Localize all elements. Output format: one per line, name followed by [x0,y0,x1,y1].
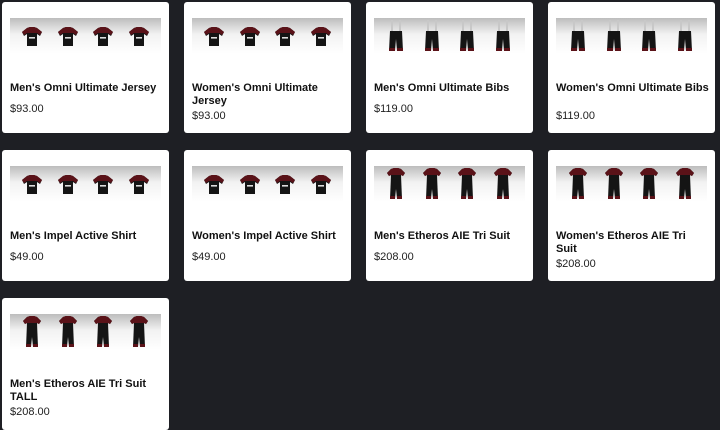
jersey-icon [275,27,296,46]
trisuit-icon [568,168,587,199]
product-image [10,314,161,350]
product-grid: Men's Omni Ultimate Jersey $93.00 Women'… [0,0,720,430]
product-price: $119.00 [556,110,595,122]
trisuit-icon [458,168,477,199]
jersey-icon [239,175,260,194]
product-card[interactable]: Women's Impel Active Shirt $49.00 [184,150,351,281]
product-name: Men's Etheros AIE Tri Suit [374,230,511,242]
jersey-icon [275,175,296,194]
product-name: Women's Omni Ultimate Bibs [556,82,709,94]
trisuit-icon [94,316,113,347]
trisuit-icon [676,168,695,199]
trisuit-icon [640,168,659,199]
jersey-icon [203,175,224,194]
jersey-icon [21,175,42,194]
trisuit-icon [604,168,623,199]
jersey-icon [129,27,150,46]
bibs-icon [424,20,439,51]
product-name: Women's Omni Ultimate Jersey [192,82,318,107]
trisuit-icon [386,168,405,199]
product-card[interactable]: Men's Omni Ultimate Bibs $119.00 [366,2,533,133]
trisuit-icon [494,168,513,199]
jersey-icon [93,175,114,194]
product-name: Women's Impel Active Shirt [192,230,336,242]
product-image [10,18,161,54]
product-name: Men's Omni Ultimate Jersey [10,82,157,94]
product-name: Men's Impel Active Shirt [10,230,137,242]
product-image [374,166,525,202]
jersey-icon [129,175,150,194]
product-name: Women's Etheros AIE Tri Suit [556,230,686,255]
product-price: $49.00 [10,251,44,263]
product-card[interactable]: Men's Etheros AIE Tri Suit $208.00 [366,150,533,281]
jersey-icon [311,27,332,46]
product-card[interactable]: Men's Impel Active Shirt $49.00 [2,150,169,281]
bibs-icon [642,20,657,51]
jersey-icon [21,27,42,46]
bibs-icon [570,20,585,51]
product-price: $208.00 [556,258,596,270]
trisuit-icon [58,316,77,347]
product-price: $208.00 [374,251,414,263]
product-card[interactable]: Men's Etheros AIE Tri Suit TALL $208.00 [2,298,169,430]
product-image [556,166,707,202]
trisuit-icon [130,316,149,347]
product-card[interactable]: Women's Omni Ultimate Jersey $93.00 [184,2,351,133]
bibs-icon [606,20,621,51]
jersey-icon [57,175,78,194]
product-image [192,166,343,202]
product-card[interactable]: Women's Etheros AIE Tri Suit $208.00 [548,150,715,281]
product-image [192,18,343,54]
bibs-icon [678,20,693,51]
jersey-icon [203,27,224,46]
product-card[interactable]: Women's Omni Ultimate Bibs $119.00 [548,2,715,133]
product-image [374,18,525,54]
product-card[interactable]: Men's Omni Ultimate Jersey $93.00 [2,2,169,133]
product-price: $208.00 [10,406,50,418]
product-image [10,166,161,202]
product-price: $93.00 [192,110,226,122]
product-price: $93.00 [10,103,44,115]
jersey-icon [57,27,78,46]
bibs-icon [388,20,403,51]
jersey-icon [311,175,332,194]
product-image [556,18,707,54]
bibs-icon [460,20,475,51]
jersey-icon [239,27,260,46]
product-price: $49.00 [192,251,226,263]
product-name: Men's Omni Ultimate Bibs [374,82,510,94]
bibs-icon [496,20,511,51]
product-price: $119.00 [374,103,413,115]
trisuit-icon [422,168,441,199]
trisuit-icon [22,316,41,347]
jersey-icon [93,27,114,46]
product-name: Men's Etheros AIE Tri Suit TALL [10,378,147,403]
